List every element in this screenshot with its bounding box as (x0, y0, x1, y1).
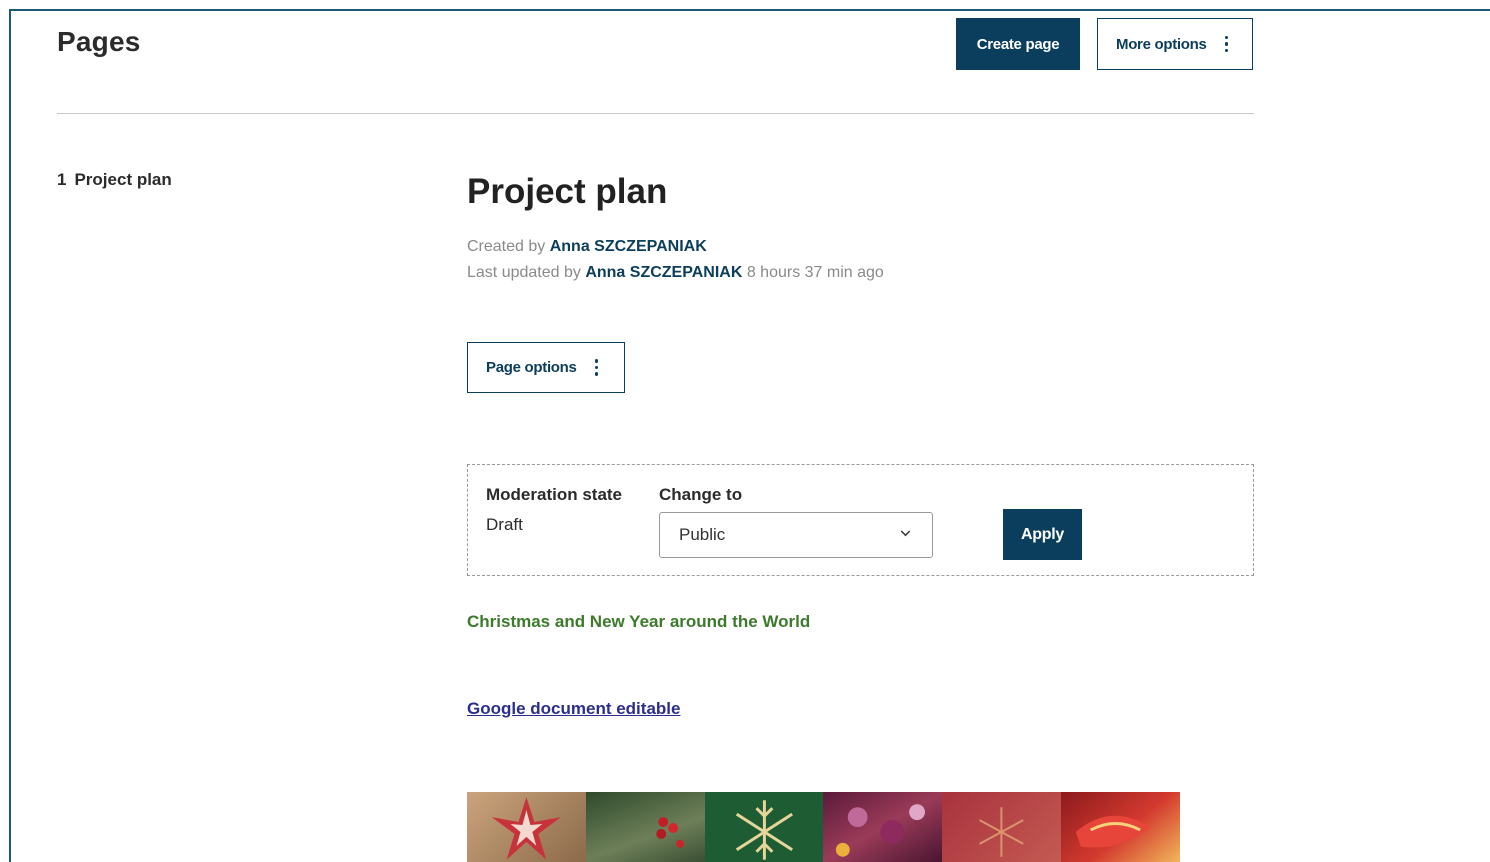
kebab-icon (594, 359, 599, 376)
more-options-button[interactable]: More options (1097, 18, 1253, 70)
updated-prefix: Last updated by (467, 264, 581, 281)
page-title: Project plan (467, 172, 668, 211)
banner-tile-gift (1061, 792, 1180, 862)
kebab-icon (1224, 35, 1229, 53)
apply-button[interactable]: Apply (1003, 509, 1082, 560)
chevron-down-icon (900, 526, 911, 537)
banner-tile-holly (585, 792, 705, 862)
page-heading: Pages (57, 26, 141, 57)
more-options-label: More options (1116, 35, 1207, 53)
banner-tile-snowflake (704, 792, 824, 862)
sidebar-item-project-plan[interactable]: 1 Project plan (57, 170, 172, 190)
last-updated-line: Last updated by Anna SZCZEPANIAK 8 hours… (467, 264, 884, 282)
moderation-panel: Moderation state Draft Change to Public … (467, 464, 1254, 576)
updated-ago: 8 hours 37 min ago (746, 264, 884, 281)
updated-by-author[interactable]: Anna SZCZEPANIAK (585, 264, 742, 281)
created-by-author[interactable]: Anna SZCZEPANIAK (550, 238, 707, 255)
moderation-state-label: Moderation state (486, 485, 623, 504)
google-document-link[interactable]: Google document editable (467, 699, 680, 719)
banner-tile-ornaments (823, 792, 943, 862)
sidebar-item-label: Project plan (74, 170, 172, 189)
moderation-state-value: Draft (486, 515, 523, 534)
sidebar-item-number: 1 (57, 170, 67, 189)
banner-tile-star (467, 792, 586, 862)
content-frame (9, 9, 1490, 862)
change-to-select[interactable]: Public (659, 512, 933, 558)
created-prefix: Created by (467, 238, 546, 255)
change-to-label: Change to (659, 485, 743, 504)
create-page-button[interactable]: Create page (956, 18, 1080, 70)
page-options-label: Page options (486, 359, 577, 376)
change-to-selected-value: Public (679, 525, 726, 544)
content-headline: Christmas and New Year around the World (467, 612, 811, 631)
christmas-banner-image (467, 792, 1180, 862)
banner-tile-red-pattern (942, 792, 1062, 862)
header-divider (57, 113, 1254, 114)
created-by-line: Created by Anna SZCZEPANIAK (467, 238, 707, 256)
page-options-button[interactable]: Page options (467, 342, 625, 393)
